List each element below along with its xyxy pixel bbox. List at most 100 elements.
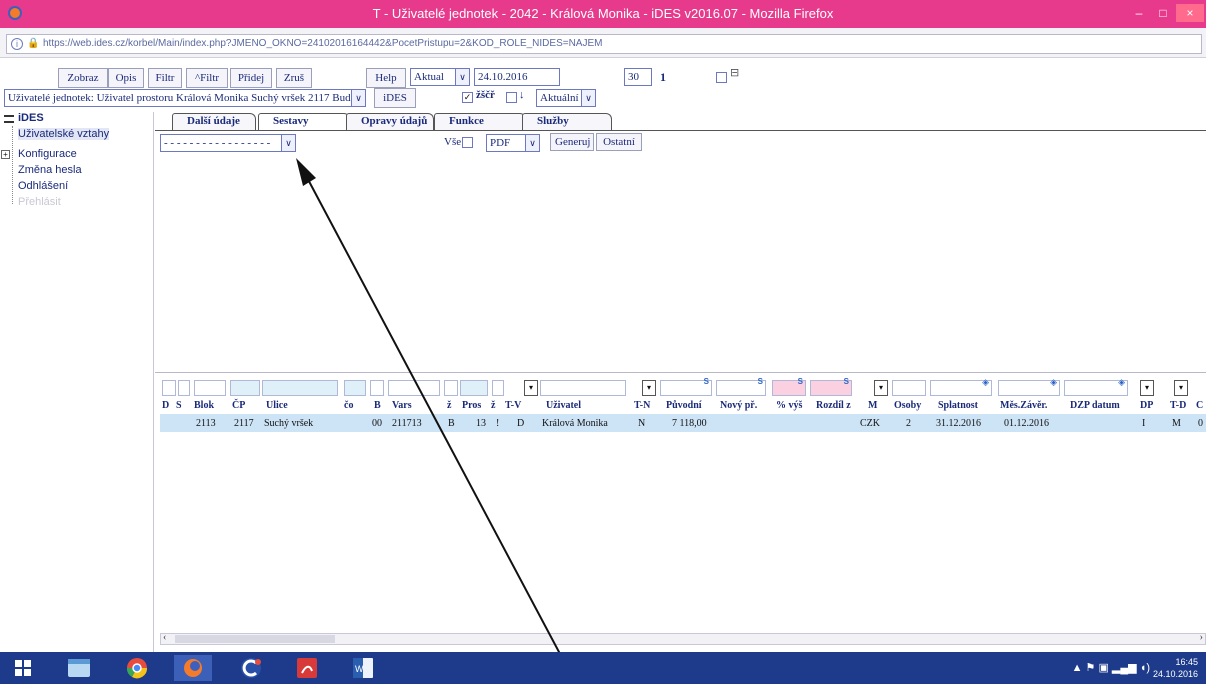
calendar-icon[interactable]: ◈ bbox=[1118, 378, 1125, 388]
column-header-s[interactable]: S bbox=[176, 400, 182, 411]
filter-b[interactable] bbox=[370, 380, 384, 396]
filter-tv-dropdown[interactable]: ▾ bbox=[524, 380, 538, 396]
filter-mes-zaver[interactable]: ◈ bbox=[998, 378, 1060, 396]
column-header-mes-zaver[interactable]: Měs.Závěr. bbox=[1000, 400, 1047, 411]
filter-cp[interactable] bbox=[230, 380, 260, 396]
filter-dp-dropdown[interactable]: ▾ bbox=[1140, 380, 1154, 396]
scroll-left-icon[interactable]: ‹ bbox=[163, 632, 166, 643]
aktualni-select[interactable]: Aktuální ∨ bbox=[536, 89, 596, 107]
filter-puvodni[interactable]: S bbox=[660, 377, 712, 396]
filter-splatnost[interactable]: ◈ bbox=[930, 378, 992, 396]
format-select[interactable]: PDF ∨ bbox=[486, 134, 540, 152]
url-field[interactable]: i 🔒 https://web.ides.cz/korbel/Main/inde… bbox=[6, 34, 1202, 54]
column-header-td[interactable]: T-D bbox=[1170, 400, 1186, 411]
date-input[interactable]: 24.10.2016 bbox=[474, 68, 560, 86]
tree-root-ides[interactable]: iDES bbox=[18, 112, 44, 124]
column-header-z2[interactable]: ž bbox=[491, 400, 495, 411]
tree-item-uzivatelske-vztahy[interactable]: Uživatelské vztahy bbox=[18, 128, 110, 140]
column-header-tn[interactable]: T-N bbox=[634, 400, 650, 411]
column-header-ulice[interactable]: Ulice bbox=[266, 400, 288, 411]
expand-icon[interactable]: + bbox=[1, 150, 10, 159]
ides-button[interactable]: iDES bbox=[374, 88, 416, 108]
opis-button[interactable]: Opis bbox=[108, 68, 144, 88]
aktual-select[interactable]: Aktual ∨ bbox=[410, 68, 470, 86]
minimize-button[interactable]: – bbox=[1126, 4, 1152, 22]
filter-rozdil[interactable]: S bbox=[810, 377, 852, 396]
scroll-right-icon[interactable]: › bbox=[1200, 632, 1203, 643]
clock-date[interactable]: 24.10.2016 bbox=[1153, 668, 1198, 680]
page-size-input[interactable]: 30 bbox=[624, 68, 652, 86]
filter-vars[interactable] bbox=[388, 380, 440, 396]
filter-osoby[interactable] bbox=[892, 380, 926, 396]
windows-start-icon[interactable] bbox=[4, 655, 42, 681]
filter-z1[interactable] bbox=[444, 380, 458, 396]
filter-ulice[interactable] bbox=[262, 380, 338, 396]
tab-dalsi-udaje[interactable]: Další údaje bbox=[172, 113, 256, 130]
ccleaner-icon[interactable] bbox=[232, 655, 270, 681]
tree-item-odhlaseni[interactable]: Odhlášení bbox=[18, 180, 68, 192]
filter-pros[interactable] bbox=[460, 380, 488, 396]
acrobat-icon[interactable] bbox=[288, 655, 326, 681]
column-header-rozdil[interactable]: Rozdíl z bbox=[816, 400, 851, 411]
tree-toggle-icon[interactable]: ⊟ bbox=[730, 66, 739, 79]
vse-checkbox[interactable] bbox=[462, 137, 473, 148]
toolbar-checkbox[interactable] bbox=[716, 72, 727, 83]
column-header-pct-vys[interactable]: % výš bbox=[776, 400, 802, 411]
firefox-taskbar-icon[interactable] bbox=[174, 655, 212, 681]
sort-down-checkbox[interactable] bbox=[506, 92, 517, 103]
column-header-b[interactable]: B bbox=[374, 400, 381, 411]
generuj-button[interactable]: Generuj bbox=[550, 133, 594, 151]
zrus-button[interactable]: Zruš bbox=[276, 68, 312, 88]
calendar-icon[interactable]: ◈ bbox=[982, 378, 989, 388]
clock-time[interactable]: 16:45 bbox=[1153, 656, 1198, 668]
info-icon[interactable]: i bbox=[11, 38, 23, 50]
column-header-splatnost[interactable]: Splatnost bbox=[938, 400, 978, 411]
column-header-tv[interactable]: T-V bbox=[505, 400, 521, 411]
filter-dzp-datum[interactable]: ◈ bbox=[1064, 378, 1128, 396]
tab-sluzby[interactable]: Služby bbox=[522, 113, 612, 130]
tab-funkce[interactable]: Funkce bbox=[434, 113, 526, 130]
filter-novy-pr[interactable]: S bbox=[716, 377, 766, 396]
column-header-d[interactable]: D bbox=[162, 400, 169, 411]
column-header-novy-pr[interactable]: Nový př. bbox=[720, 400, 757, 411]
close-button[interactable]: × bbox=[1176, 4, 1204, 22]
column-header-dp[interactable]: DP bbox=[1140, 400, 1153, 411]
filter-uzivatel[interactable] bbox=[540, 380, 626, 396]
tree-item-zmena-hesla[interactable]: Změna hesla bbox=[18, 164, 82, 176]
filtr-button[interactable]: Filtr bbox=[148, 68, 182, 88]
column-header-blok[interactable]: Blok bbox=[194, 400, 214, 411]
scrollbar-thumb[interactable] bbox=[175, 635, 335, 643]
filter-pct-vys[interactable]: S bbox=[772, 377, 806, 396]
column-header-m[interactable]: M bbox=[868, 400, 877, 411]
column-header-uzivatel[interactable]: Uživatel bbox=[546, 400, 581, 411]
tab-sestavy[interactable]: Sestavy bbox=[258, 113, 350, 131]
column-header-vars[interactable]: Vars bbox=[392, 400, 412, 411]
filter-blok[interactable] bbox=[194, 380, 226, 396]
column-header-pros[interactable]: Pros bbox=[462, 400, 481, 411]
maximize-button[interactable]: □ bbox=[1150, 4, 1176, 22]
filter-td-dropdown[interactable]: ▾ bbox=[1174, 380, 1188, 396]
column-header-puvodni[interactable]: Původní bbox=[666, 400, 702, 411]
url-text[interactable]: https://web.ides.cz/korbel/Main/index.ph… bbox=[43, 38, 602, 49]
filter-d[interactable] bbox=[162, 380, 176, 396]
ostatni-button[interactable]: Ostatní bbox=[596, 133, 642, 151]
column-header-z1[interactable]: ž bbox=[447, 400, 451, 411]
column-header-cp[interactable]: ČP bbox=[232, 400, 245, 411]
zobraz-button[interactable]: Zobraz bbox=[58, 68, 108, 88]
filter-co[interactable] bbox=[344, 380, 366, 396]
filter-m-dropdown[interactable]: ▾ bbox=[874, 380, 888, 396]
word-icon[interactable]: W bbox=[344, 655, 382, 681]
tab-opravy-udaju[interactable]: Opravy údajů bbox=[346, 113, 434, 130]
column-header-dzp-datum[interactable]: DZP datum bbox=[1070, 400, 1120, 411]
help-button[interactable]: Help bbox=[366, 68, 406, 88]
not-filtr-button[interactable]: ^Filtr bbox=[186, 68, 228, 88]
column-header-osoby[interactable]: Osoby bbox=[894, 400, 921, 411]
horizontal-scrollbar[interactable]: ‹ › bbox=[160, 632, 1206, 645]
calendar-icon[interactable]: ◈ bbox=[1050, 378, 1057, 388]
filter-s[interactable] bbox=[178, 380, 190, 396]
tray-icons[interactable]: ▲ ⚑ ▣ ▂▄▆ ◖) bbox=[1072, 662, 1150, 674]
context-select[interactable]: Uživatelé jednotek: Uživatel prostoru Kr… bbox=[4, 89, 366, 107]
report-select[interactable]: - - - - - - - - - - - - - - - - - ∨ bbox=[160, 134, 296, 152]
explorer-icon[interactable] bbox=[60, 655, 98, 681]
pridej-button[interactable]: Přidej bbox=[230, 68, 272, 88]
